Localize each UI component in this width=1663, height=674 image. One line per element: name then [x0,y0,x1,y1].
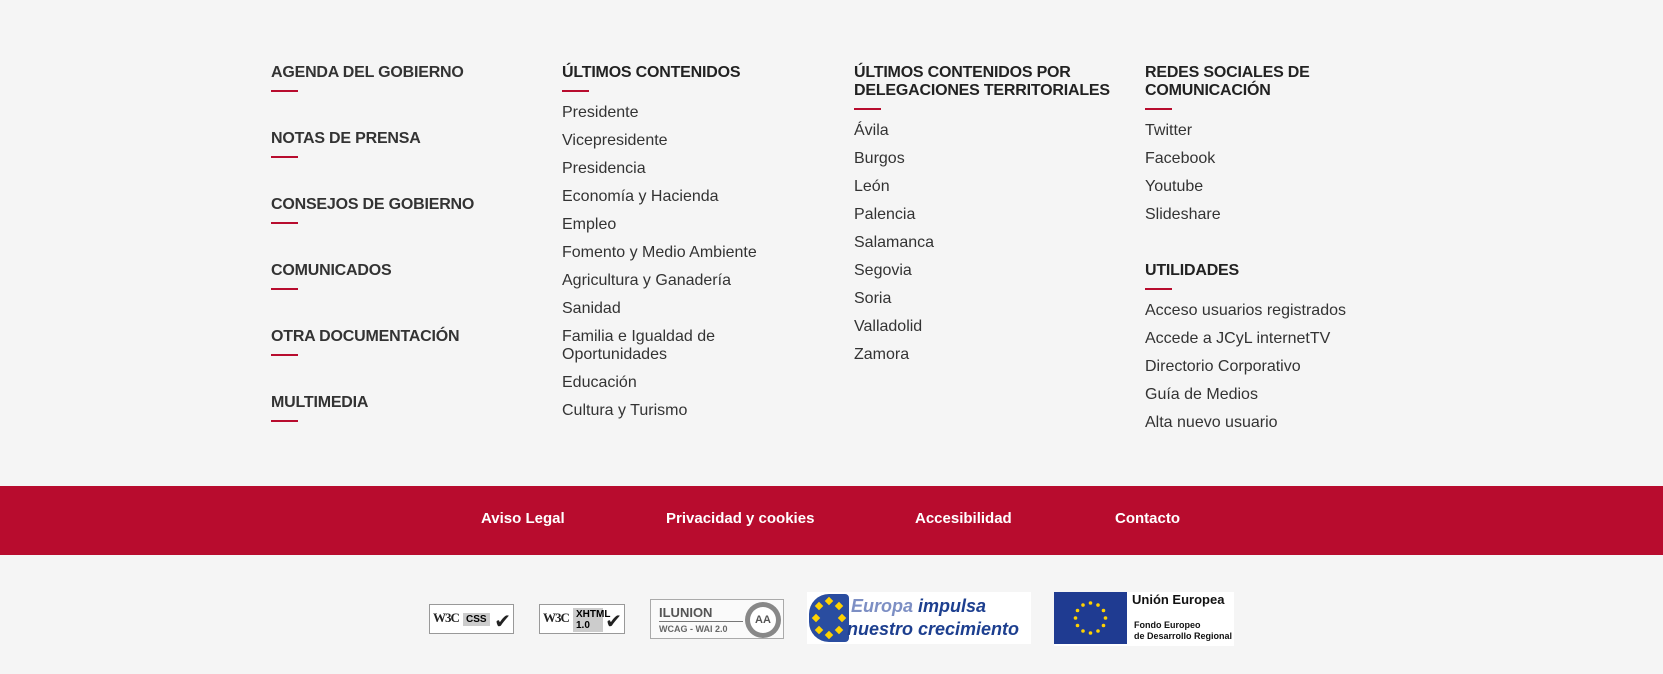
link-sanidad[interactable]: Sanidad [562,300,832,318]
heading-consejos[interactable]: CONSEJOS DE GOBIERNO [271,196,474,214]
union-europea-feder-logo[interactable]: Unión Europea Fondo Europeo de Desarrollo… [1054,592,1234,646]
ilunion-wcag-badge[interactable]: ILUNION WCAG - WAI 2.0 AA [650,599,784,639]
link-guia-medios[interactable]: Guía de Medios [1145,386,1415,404]
column-redes-sociales: REDES SOCIALES DE COMUNICACIÓN Twitter F… [1145,64,1415,442]
link-internettv[interactable]: Accede a JCyL internetTV [1145,330,1415,348]
link-avila[interactable]: Ávila [854,122,1124,140]
link-youtube[interactable]: Youtube [1145,178,1415,196]
eu-stars-icon [809,594,849,642]
ultimos-contenidos-list: Presidente Vicepresidente Presidencia Ec… [562,104,832,420]
link-soria[interactable]: Soria [854,290,1124,308]
link-fomento-medio-ambiente[interactable]: Fomento y Medio Ambiente [562,244,832,262]
eu-flag-icon [1054,592,1127,644]
legal-bar: Aviso Legal Privacidad y cookies Accesib… [0,486,1663,555]
redes-sociales-list: Twitter Facebook Youtube Slideshare [1145,122,1415,224]
heading-notas-prensa[interactable]: NOTAS DE PRENSA [271,130,421,148]
link-presidencia[interactable]: Presidencia [562,160,832,178]
heading-utilidades: UTILIDADES [1145,262,1240,279]
link-cultura-turismo[interactable]: Cultura y Turismo [562,402,832,420]
link-privacidad-cookies[interactable]: Privacidad y cookies [666,510,814,527]
column-government: AGENDA DEL GOBIERNO NOTAS DE PRENSA CONS… [271,64,541,460]
link-empleo[interactable]: Empleo [562,216,832,234]
link-presidente[interactable]: Presidente [562,104,832,122]
heading-ultimos-contenidos: ÚLTIMOS CONTENIDOS [562,64,741,81]
w3c-xhtml-badge[interactable]: W3C XHTML 1.0 ✔ [539,604,625,634]
heading-redes-sociales: REDES SOCIALES DE COMUNICACIÓN [1145,64,1310,99]
heading-agenda[interactable]: AGENDA DEL GOBIERNO [271,64,464,82]
link-valladolid[interactable]: Valladolid [854,318,1124,336]
column-delegaciones: ÚLTIMOS CONTENIDOS POR DELEGACIONES TERR… [854,64,1124,374]
link-acceso-usuarios[interactable]: Acceso usuarios registrados [1145,302,1415,320]
link-leon[interactable]: León [854,178,1124,196]
link-slideshare[interactable]: Slideshare [1145,206,1415,224]
link-agricultura-ganaderia[interactable]: Agricultura y Ganadería [562,272,832,290]
heading-delegaciones: ÚLTIMOS CONTENIDOS POR DELEGACIONES TERR… [854,64,1110,99]
link-vicepresidente[interactable]: Vicepresidente [562,132,832,150]
delegaciones-list: Ávila Burgos León Palencia Salamanca Seg… [854,122,1124,364]
link-zamora[interactable]: Zamora [854,346,1124,364]
link-segovia[interactable]: Segovia [854,262,1124,280]
link-contacto[interactable]: Contacto [1115,510,1180,527]
checkmark-icon: ✔ [605,609,622,633]
utilidades-list: Acceso usuarios registrados Accede a JCy… [1145,302,1415,432]
heading-comunicados[interactable]: COMUNICADOS [271,262,392,280]
footer-columns: AGENDA DEL GOBIERNO NOTAS DE PRENSA CONS… [0,0,1663,486]
w3c-css-badge[interactable]: W3C CSS ✔ [429,604,514,634]
link-facebook[interactable]: Facebook [1145,150,1415,168]
column-ultimos-contenidos: ÚLTIMOS CONTENIDOS Presidente Vicepresid… [562,64,832,430]
europa-impulsa-logo[interactable]: Europa impulsa nuestro crecimiento [807,592,1031,644]
link-palencia[interactable]: Palencia [854,206,1124,224]
link-burgos[interactable]: Burgos [854,150,1124,168]
checkmark-icon: ✔ [494,609,511,633]
link-aviso-legal[interactable]: Aviso Legal [481,510,565,527]
link-directorio[interactable]: Directorio Corporativo [1145,358,1415,376]
aa-level-icon: AA [745,602,781,638]
link-alta-usuario[interactable]: Alta nuevo usuario [1145,414,1415,432]
link-economia-hacienda[interactable]: Economía y Hacienda [562,188,832,206]
link-salamanca[interactable]: Salamanca [854,234,1124,252]
link-accesibilidad[interactable]: Accesibilidad [915,510,1012,527]
heading-otra-documentacion[interactable]: OTRA DOCUMENTACIÓN [271,328,460,346]
link-twitter[interactable]: Twitter [1145,122,1415,140]
link-familia-igualdad[interactable]: Familia e Igualdad de Oportunidades [562,328,732,364]
heading-multimedia[interactable]: MULTIMEDIA [271,394,368,412]
link-educacion[interactable]: Educación [562,374,832,392]
badges-row: W3C CSS ✔ W3C XHTML 1.0 ✔ ILUNION WCAG -… [0,590,1663,646]
